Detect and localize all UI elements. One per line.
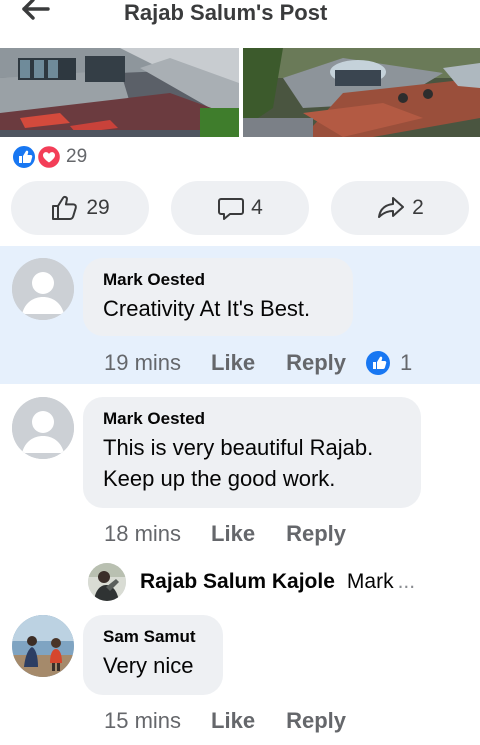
- comment-meta: 15 mins Like Reply: [104, 706, 346, 736]
- avatar[interactable]: [88, 563, 126, 601]
- reply-preview[interactable]: Rajab Salum Kajole Mark ...: [88, 562, 480, 602]
- comment-icon: [218, 198, 245, 220]
- comment-author[interactable]: Sam Samut: [103, 626, 203, 648]
- post-photos: [0, 48, 480, 137]
- avatar[interactable]: [12, 615, 74, 677]
- comment-bubble[interactable]: Mark Oested This is very beautiful Rajab…: [83, 397, 421, 508]
- comment-text-line: This is very beautiful Rajab.: [103, 435, 374, 460]
- share-button[interactable]: 2: [331, 181, 469, 235]
- page-title: Rajab Salum's Post: [124, 0, 328, 25]
- like-button[interactable]: 29: [11, 181, 149, 235]
- post-photo-1[interactable]: [0, 48, 239, 137]
- like-reaction-icon: [12, 145, 36, 169]
- back-arrow-icon[interactable]: [20, 0, 54, 22]
- reaction-icons: [12, 144, 64, 170]
- share-count: 2: [412, 196, 424, 219]
- reply-snippet: Mark: [346, 570, 394, 593]
- comment-author[interactable]: Mark Oested: [103, 269, 333, 291]
- comment-like-count[interactable]: 1: [400, 350, 412, 376]
- comment-like-link[interactable]: Like: [211, 350, 255, 376]
- share-icon: [378, 197, 405, 218]
- like-count: 29: [86, 196, 110, 219]
- avatar-default[interactable]: [12, 258, 74, 320]
- comment-bubble[interactable]: Sam Samut Very nice: [83, 615, 223, 695]
- comment-reply-link[interactable]: Reply: [286, 350, 346, 376]
- comment-bubble[interactable]: Mark Oested Creativity At It's Best.: [83, 258, 353, 336]
- comment-time[interactable]: 19 mins: [104, 350, 181, 376]
- reaction-summary[interactable]: 29: [12, 144, 88, 170]
- comment-meta: 19 mins Like Reply 1: [104, 348, 412, 378]
- comment-meta: 18 mins Like Reply: [104, 519, 346, 549]
- love-reaction-icon: [36, 144, 62, 170]
- post-photo-2[interactable]: [243, 48, 480, 137]
- comment-time[interactable]: 18 mins: [104, 521, 181, 547]
- comment-like-link[interactable]: Like: [211, 708, 255, 734]
- comment-button[interactable]: 4: [171, 181, 309, 235]
- thumbs-up-icon: [52, 195, 78, 220]
- comment-text: Very nice: [103, 653, 194, 678]
- comment-text-line: Keep up the good work.: [103, 466, 336, 491]
- comment-reply-link[interactable]: Reply: [286, 521, 346, 547]
- comment-count: 4: [251, 196, 263, 219]
- reply-author[interactable]: Rajab Salum Kajole: [140, 570, 335, 594]
- comment-time[interactable]: 15 mins: [104, 708, 181, 734]
- top-bar: Rajab Salum's Post: [0, 0, 480, 44]
- reply-ellipsis: ...: [397, 570, 416, 593]
- reaction-count: 29: [66, 146, 88, 167]
- comment-author[interactable]: Mark Oested: [103, 408, 401, 430]
- comment-like-link[interactable]: Like: [211, 521, 255, 547]
- avatar-default[interactable]: [12, 397, 74, 459]
- like-reaction-icon[interactable]: [366, 351, 390, 375]
- comment-text: Creativity At It's Best.: [103, 296, 311, 321]
- comment-reply-link[interactable]: Reply: [286, 708, 346, 734]
